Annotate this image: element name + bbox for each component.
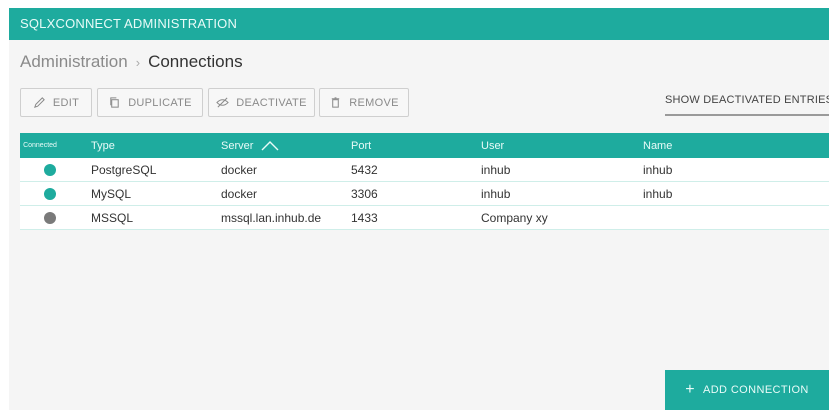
pencil-icon xyxy=(33,97,45,108)
trash-icon xyxy=(332,97,340,108)
cell-type: MSSQL xyxy=(91,210,134,225)
cell-name: inhub xyxy=(643,186,673,201)
remove-button-label: REMOVE xyxy=(349,96,399,109)
cell-user: Company xy xyxy=(481,210,548,225)
cell-type: PostgreSQL xyxy=(91,162,157,177)
cell-user: inhub xyxy=(481,162,511,177)
breadcrumb: Administration › Connections xyxy=(20,51,243,73)
deactivate-button-label: DEACTIVATE xyxy=(236,96,307,109)
table-body: PostgreSQL docker 5432 inhub inhub MySQL docke… xyxy=(20,158,829,230)
eye-slash-icon xyxy=(216,97,230,108)
remove-button[interactable]: REMOVE xyxy=(319,88,409,117)
column-header-connected[interactable]: Connected xyxy=(20,142,60,149)
app-title-bar: SQLXCONNECT ADMINISTRATION xyxy=(9,8,829,40)
deactivate-button[interactable]: DEACTIVATE xyxy=(208,88,315,117)
column-header-name[interactable]: Name xyxy=(643,140,672,152)
main-panel: SQLXCONNECT ADMINISTRATION Administratio… xyxy=(9,8,829,410)
connected-status-dot xyxy=(44,188,56,200)
duplicate-button[interactable]: DUPLICATE xyxy=(97,88,203,117)
app-window: SQLXCONNECT ADMINISTRATION Administratio… xyxy=(0,0,829,410)
connections-table: Connected Type Server Port User Name Pos… xyxy=(20,133,829,230)
cell-server: docker xyxy=(221,162,258,177)
cell-type: MySQL xyxy=(91,186,132,201)
column-header-type[interactable]: Type xyxy=(91,140,115,152)
table-row[interactable]: MySQL docker 3306 inhub inhub xyxy=(20,182,829,206)
add-connection-label: ADD CONNECTION xyxy=(702,384,809,396)
cell-user: inhub xyxy=(481,186,511,201)
cell-port: 1433 xyxy=(351,210,378,225)
cell-port: 3306 xyxy=(351,186,378,201)
cell-name: inhub xyxy=(643,162,673,177)
column-header-user[interactable]: User xyxy=(481,140,504,152)
copy-icon xyxy=(110,97,119,108)
table-header: Connected Type Server Port User Name xyxy=(20,133,829,158)
plus-icon: + xyxy=(685,381,695,398)
column-header-server[interactable]: Server xyxy=(221,140,279,152)
add-connection-button[interactable]: + ADD CONNECTION xyxy=(665,370,829,410)
disconnected-status-dot xyxy=(44,212,56,224)
table-row[interactable]: PostgreSQL docker 5432 inhub inhub xyxy=(20,158,829,182)
breadcrumb-separator: › xyxy=(135,54,141,70)
cell-server: docker xyxy=(221,186,258,201)
edit-button-label: EDIT xyxy=(52,96,80,109)
cell-port: 5432 xyxy=(351,162,378,177)
connected-status-dot xyxy=(44,164,56,176)
sort-ascending-icon xyxy=(261,140,279,151)
app-title: SQLXCONNECT ADMINISTRATION xyxy=(20,16,238,31)
cell-server: mssql.lan.inhub.de xyxy=(221,210,322,225)
duplicate-button-label: DUPLICATE xyxy=(128,96,192,109)
edit-button[interactable]: EDIT xyxy=(20,88,92,117)
table-row[interactable]: MSSQL mssql.lan.inhub.de 1433 Company xy xyxy=(20,206,829,230)
show-deactivated-toggle[interactable]: SHOW DEACTIVATED ENTRIES xyxy=(665,94,829,116)
page-title: Connections xyxy=(148,52,243,71)
column-header-server-label: Server xyxy=(221,139,254,152)
column-header-port[interactable]: Port xyxy=(351,140,371,152)
breadcrumb-parent[interactable]: Administration xyxy=(20,52,128,72)
